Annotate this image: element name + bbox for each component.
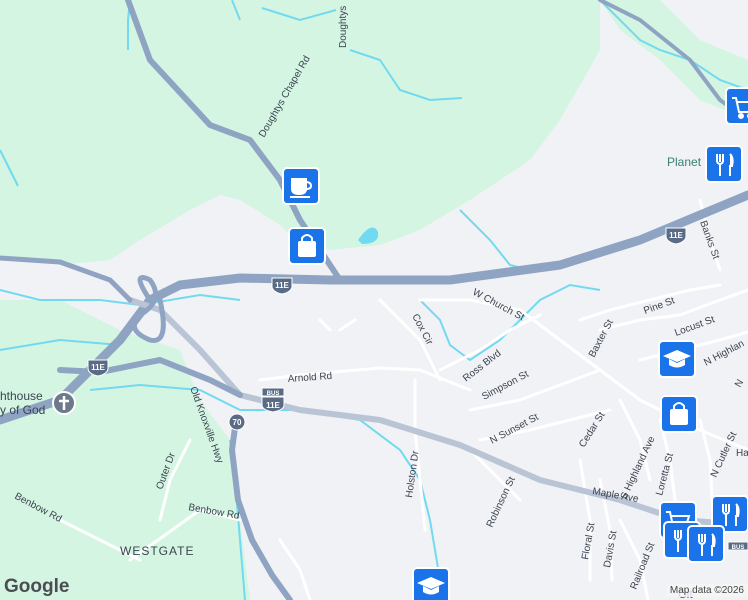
svg-text:11E: 11E	[275, 281, 289, 290]
google-logo[interactable]: Google	[4, 576, 69, 598]
poi-marker-shopping[interactable]	[660, 395, 698, 433]
map-attribution[interactable]: Map data ©2026	[665, 584, 748, 597]
route-shield-us11e: 11E	[87, 359, 109, 377]
poi-marker-cafe[interactable]	[282, 167, 320, 205]
poi-marker-grocery[interactable]	[725, 87, 748, 125]
map-canvas[interactable]: WESTGATE Planet Cit hthouse y of God Dou…	[0, 0, 748, 600]
svg-text:11E: 11E	[266, 401, 280, 410]
area-label-westgate: WESTGATE	[120, 544, 194, 558]
route-shield-bus: BUS	[727, 541, 748, 551]
route-shield-sr70: 70	[228, 413, 246, 431]
poi-label-planet: Planet	[667, 155, 702, 169]
svg-text:BUS: BUS	[732, 545, 745, 551]
poi-marker-shopping[interactable]	[288, 227, 326, 265]
route-shield-us11e: 11E	[665, 227, 687, 245]
poi-label-church-line1: hthouse	[0, 389, 43, 403]
poi-label-church-line2: y of God	[0, 403, 45, 417]
street-label: Ha	[736, 448, 748, 459]
route-shield-us11e: 11E	[271, 277, 293, 295]
svg-text:BUS: BUS	[267, 391, 280, 397]
poi-marker-restaurant[interactable]	[705, 145, 743, 183]
svg-text:70: 70	[233, 418, 242, 427]
svg-text:11E: 11E	[91, 363, 105, 372]
svg-text:11E: 11E	[669, 231, 683, 240]
route-shield-bus: BUS 11E	[261, 387, 285, 413]
poi-marker-school[interactable]	[658, 340, 696, 378]
street-label: Doughtys	[338, 6, 349, 48]
poi-marker-church[interactable]	[52, 391, 76, 415]
poi-marker-restaurant[interactable]	[687, 525, 725, 563]
poi-marker-school[interactable]	[412, 567, 450, 600]
